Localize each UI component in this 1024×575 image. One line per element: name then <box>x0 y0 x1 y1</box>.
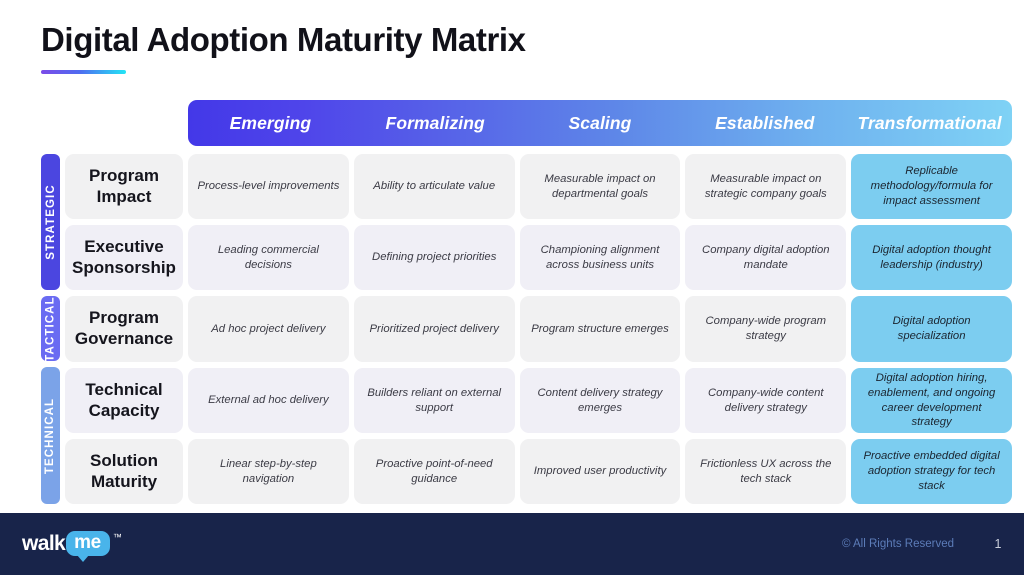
cell-r5c5: Proactive embedded digital adoption stra… <box>851 439 1012 504</box>
cell-r1c2: Ability to articulate value <box>353 154 515 219</box>
matrix-row: Program Impact Process-level improvement… <box>65 154 1012 219</box>
row-label-program-governance: Program Governance <box>65 296 183 362</box>
cell-r5c2: Proactive point-of-need guidance <box>353 439 515 504</box>
cell-r2c1: Leading commercial decisions <box>188 225 349 290</box>
page-number: 1 <box>994 537 1002 551</box>
category-label-technical: TECHNICAL <box>44 397 57 474</box>
cell-r1c1: Process-level improvements <box>188 154 349 219</box>
column-header-transformational: Transformational <box>857 112 1002 133</box>
category-label-strategic: STRATEGIC <box>44 184 57 260</box>
speech-bubble-icon: me <box>66 531 110 562</box>
column-header-emerging: Emerging <box>229 112 312 133</box>
cell-r2c3: Championing alignment across business un… <box>519 225 681 290</box>
column-header-scaling: Scaling <box>568 112 632 133</box>
matrix-header-row: Emerging Formalizing Scaling Established… <box>188 100 1012 146</box>
row-label-solution-maturity: Solution Maturity <box>65 439 183 504</box>
matrix-body: STRATEGIC TACTICAL TECHNICAL Program Imp… <box>41 154 1012 504</box>
cell-r3c3: Program structure emerges <box>519 296 681 362</box>
cell-r4c4: Company-wide content delivery strategy <box>685 368 847 433</box>
cell-r5c3: Improved user productivity <box>519 439 681 504</box>
matrix-row: Executive Sponsorship Leading commercial… <box>65 225 1012 290</box>
cell-r4c3: Content delivery strategy emerges <box>519 368 681 433</box>
cell-r1c5: Replicable methodology/formula for impac… <box>851 154 1012 219</box>
copyright-text: © All Rights Reserved <box>841 538 954 550</box>
category-bar-tactical: TACTICAL <box>41 296 60 361</box>
cell-r5c4: Frictionless UX across the tech stack <box>685 439 847 504</box>
category-bar-strategic: STRATEGIC <box>41 154 60 290</box>
row-label-executive-sponsorship: Executive Sponsorship <box>65 225 183 290</box>
cell-r2c2: Defining project priorities <box>353 225 515 290</box>
category-bar-technical: TECHNICAL <box>41 367 60 504</box>
logo-bubble-text: me <box>74 532 101 553</box>
accent-underline <box>41 70 126 75</box>
cell-r3c4: Company-wide program strategy <box>685 296 847 362</box>
category-label-tactical: TACTICAL <box>44 295 57 362</box>
cell-r3c5: Digital adoption specialization <box>851 296 1012 362</box>
logo-wordmark: walk <box>22 532 66 555</box>
cell-r4c2: Builders reliant on external support <box>353 368 515 433</box>
footer-bar: walk me ™ © All Rights Reserved 1 <box>0 513 1024 575</box>
cell-r2c4: Company digital adoption mandate <box>685 225 847 290</box>
matrix-row: Technical Capacity External ad hoc deliv… <box>65 368 1012 433</box>
cell-r3c2: Prioritized project delivery <box>353 296 515 362</box>
slide-canvas: Digital Adoption Maturity Matrix Emergin… <box>0 0 1024 575</box>
page-title: Digital Adoption Maturity Matrix <box>41 21 526 58</box>
cell-r2c5: Digital adoption thought leadership (ind… <box>851 225 1012 290</box>
footer-meta: © All Rights Reserved 1 <box>842 513 1004 575</box>
matrix-row: Program Governance Ad hoc project delive… <box>65 296 1012 362</box>
cell-r5c1: Linear step-by-step navigation <box>188 439 349 504</box>
row-label-technical-capacity: Technical Capacity <box>65 368 183 433</box>
title-block: Digital Adoption Maturity Matrix <box>41 21 526 75</box>
matrix-row: Solution Maturity Linear step-by-step na… <box>65 439 1012 504</box>
maturity-matrix: Emerging Formalizing Scaling Established… <box>41 100 1012 504</box>
walkme-logo: walk me ™ <box>22 531 122 562</box>
row-label-program-impact: Program Impact <box>65 154 183 219</box>
column-header-formalizing: Formalizing <box>385 112 485 133</box>
column-header-established: Established <box>715 112 815 133</box>
cell-r1c3: Measurable impact on departmental goals <box>519 154 681 219</box>
cell-r4c5: Digital adoption hiring, enablement, and… <box>851 368 1012 433</box>
cell-r3c1: Ad hoc project delivery <box>188 296 349 362</box>
cell-r1c4: Measurable impact on strategic company g… <box>685 154 847 219</box>
trademark-symbol: ™ <box>112 532 122 542</box>
cell-r4c1: External ad hoc delivery <box>188 368 349 433</box>
